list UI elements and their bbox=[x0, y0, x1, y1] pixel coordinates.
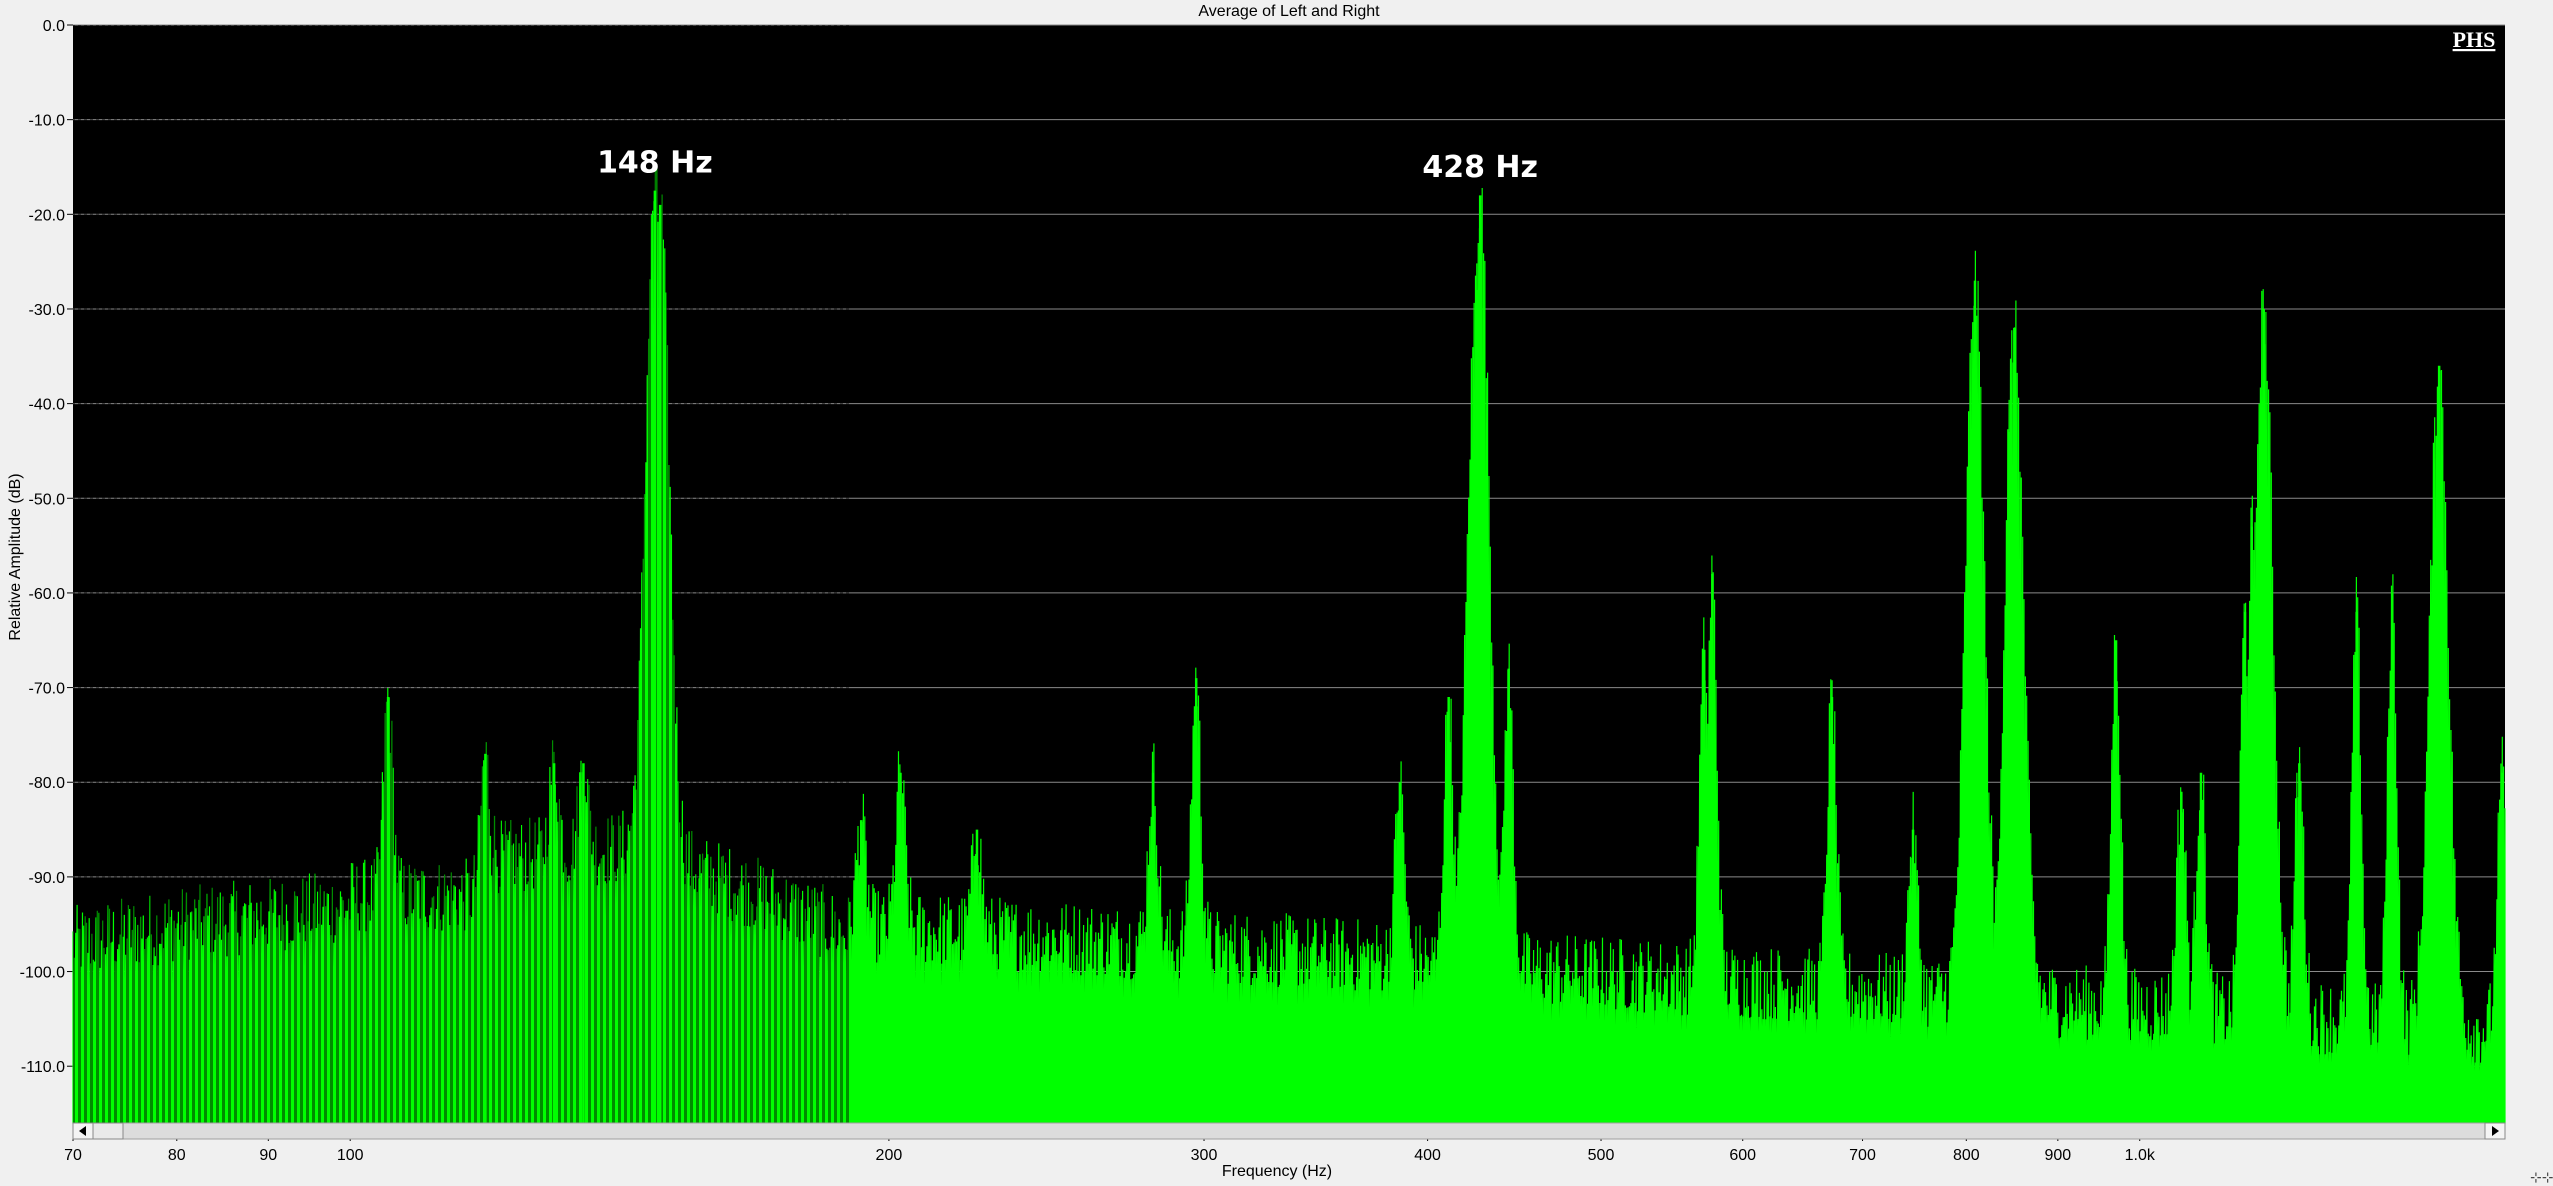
peak-annotation: 148 Hz bbox=[597, 145, 713, 180]
corner-resize-icon[interactable]: ⊹⊹ bbox=[2530, 1170, 2553, 1186]
y-tick-label: -40.0 bbox=[29, 397, 66, 414]
x-tick-label: 100 bbox=[337, 1147, 364, 1164]
horizontal-scrollbar[interactable] bbox=[72, 1122, 2506, 1140]
y-tick-label: -70.0 bbox=[29, 681, 66, 698]
peak-annotation: 428 Hz bbox=[1422, 150, 1538, 185]
x-tick-label: 200 bbox=[876, 1147, 903, 1164]
y-tick-label: -30.0 bbox=[29, 302, 66, 319]
svg-text:⊹⊹: ⊹⊹ bbox=[2530, 1170, 2553, 1186]
y-tick-label: -60.0 bbox=[29, 586, 66, 603]
x-tick-label: 400 bbox=[1414, 1147, 1441, 1164]
y-tick-label: -10.0 bbox=[29, 113, 66, 130]
x-tick-label: 70 bbox=[64, 1147, 82, 1164]
scrollbar-track[interactable] bbox=[72, 1122, 2506, 1140]
low-frequency-bins bbox=[73, 25, 850, 1123]
y-tick-label: -80.0 bbox=[29, 775, 66, 792]
x-tick-label: 1.0k bbox=[2125, 1147, 2156, 1164]
logo-text: PHS bbox=[2453, 27, 2496, 52]
y-tick-label: 0.0 bbox=[43, 18, 65, 35]
spectrum-chart: Average of Left and Right Relative Ampli… bbox=[0, 0, 2553, 1186]
scroll-thumb[interactable] bbox=[92, 1122, 124, 1140]
y-tick-label: -110.0 bbox=[21, 1059, 65, 1076]
x-axis-title: Frequency (Hz) bbox=[1222, 1163, 1332, 1180]
x-tick-label: 90 bbox=[259, 1147, 277, 1164]
x-tick-label: 700 bbox=[1849, 1147, 1876, 1164]
y-tick-label: -90.0 bbox=[29, 870, 66, 887]
x-tick-label: 600 bbox=[1729, 1147, 1756, 1164]
x-tick-label: 900 bbox=[2044, 1147, 2071, 1164]
x-tick-label: 300 bbox=[1191, 1147, 1218, 1164]
y-axis-title: Relative Amplitude (dB) bbox=[7, 473, 24, 640]
y-tick-label: -100.0 bbox=[20, 965, 65, 982]
x-tick-label: 80 bbox=[168, 1147, 186, 1164]
y-tick-label: -20.0 bbox=[29, 207, 66, 224]
phs-logo: PHS bbox=[2453, 27, 2496, 52]
y-tick-label: -50.0 bbox=[29, 491, 66, 508]
chart-title: Average of Left and Right bbox=[1198, 3, 1380, 20]
x-tick-label: 800 bbox=[1953, 1147, 1980, 1164]
x-tick-label: 500 bbox=[1588, 1147, 1615, 1164]
